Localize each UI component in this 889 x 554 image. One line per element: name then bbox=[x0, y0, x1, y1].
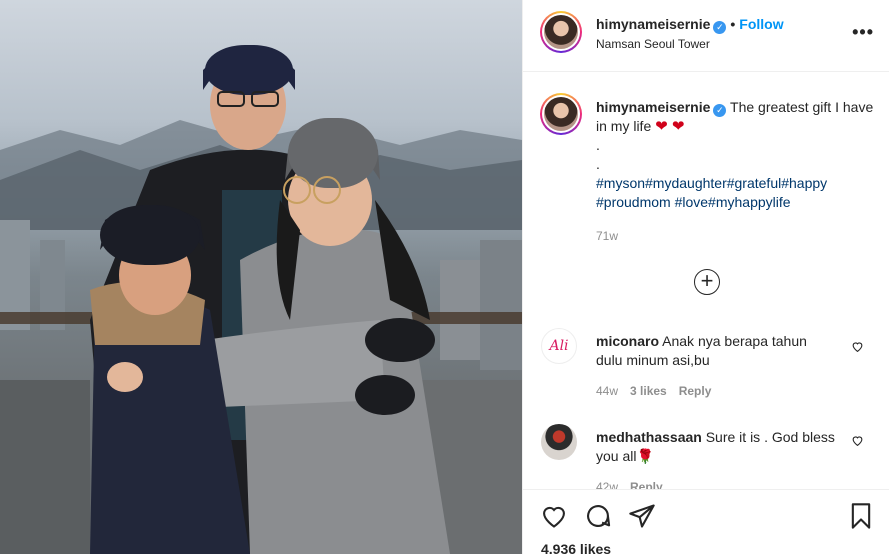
share-icon[interactable] bbox=[628, 502, 656, 530]
comment-like-heart-icon[interactable] bbox=[851, 340, 864, 353]
comment-username[interactable]: miconaro bbox=[596, 333, 659, 349]
bookmark-icon[interactable] bbox=[847, 502, 875, 530]
location-link[interactable]: Namsan Seoul Tower bbox=[596, 37, 710, 51]
reply-button[interactable]: Reply bbox=[679, 384, 712, 398]
caption-username[interactable]: himynameisernie bbox=[596, 99, 710, 115]
comment-body: miconaro Anak nya berapa tahun dulu minu… bbox=[596, 332, 836, 370]
comment-icon[interactable] bbox=[584, 502, 612, 530]
heart-emoji-icon: ❤ ❤ bbox=[655, 118, 685, 135]
comment-avatar[interactable] bbox=[541, 424, 577, 460]
author-avatar[interactable] bbox=[540, 11, 582, 53]
caption-timestamp[interactable]: 71w bbox=[596, 229, 618, 243]
post-actions-bar: 4,936 likes bbox=[523, 489, 889, 554]
hashtags-line-1[interactable]: #myson#mydaughter#grateful#happy bbox=[596, 175, 827, 191]
more-horizontal-icon[interactable]: ••• bbox=[852, 22, 874, 43]
heart-icon[interactable] bbox=[540, 502, 568, 530]
comment-likes[interactable]: 3 likes bbox=[630, 384, 667, 398]
post-side-panel: himynameisernie ✓ • Follow Namsan Seoul Tow… bbox=[522, 0, 889, 554]
comment-avatar[interactable]: Ali bbox=[541, 328, 577, 364]
comment-username[interactable]: medhathassaan bbox=[596, 429, 702, 445]
post-photo[interactable] bbox=[0, 0, 522, 554]
hashtags-line-2[interactable]: #proudmom #love#myhappylife bbox=[596, 194, 791, 210]
caption-author-avatar[interactable] bbox=[540, 93, 582, 135]
post-caption: himynameisernie ✓ The greatest gift I hav… bbox=[596, 98, 876, 212]
separator-dot: • bbox=[730, 16, 736, 32]
verified-badge-icon: ✓ bbox=[713, 104, 727, 117]
post-header: himynameisernie ✓ • Follow Namsan Seoul Tow… bbox=[523, 0, 889, 72]
comment-time[interactable]: 44w bbox=[596, 384, 618, 398]
comment-meta: 44w 3 likes Reply bbox=[596, 384, 723, 398]
follow-button[interactable]: Follow bbox=[739, 16, 783, 32]
caption-dot: . bbox=[596, 137, 600, 153]
comment-like-heart-icon[interactable] bbox=[851, 434, 864, 447]
author-username[interactable]: himynameisernie bbox=[596, 16, 710, 32]
people-illustration bbox=[90, 45, 450, 554]
verified-badge-icon: ✓ bbox=[713, 21, 727, 34]
likes-count[interactable]: 4,936 likes bbox=[541, 541, 611, 554]
caption-dot: . bbox=[596, 156, 600, 172]
comment-body: medhathassaan Sure it is . God bless you… bbox=[596, 428, 836, 466]
author-header-line: himynameisernie ✓ • Follow bbox=[596, 16, 784, 34]
plus-circle-icon[interactable]: + bbox=[694, 269, 720, 295]
